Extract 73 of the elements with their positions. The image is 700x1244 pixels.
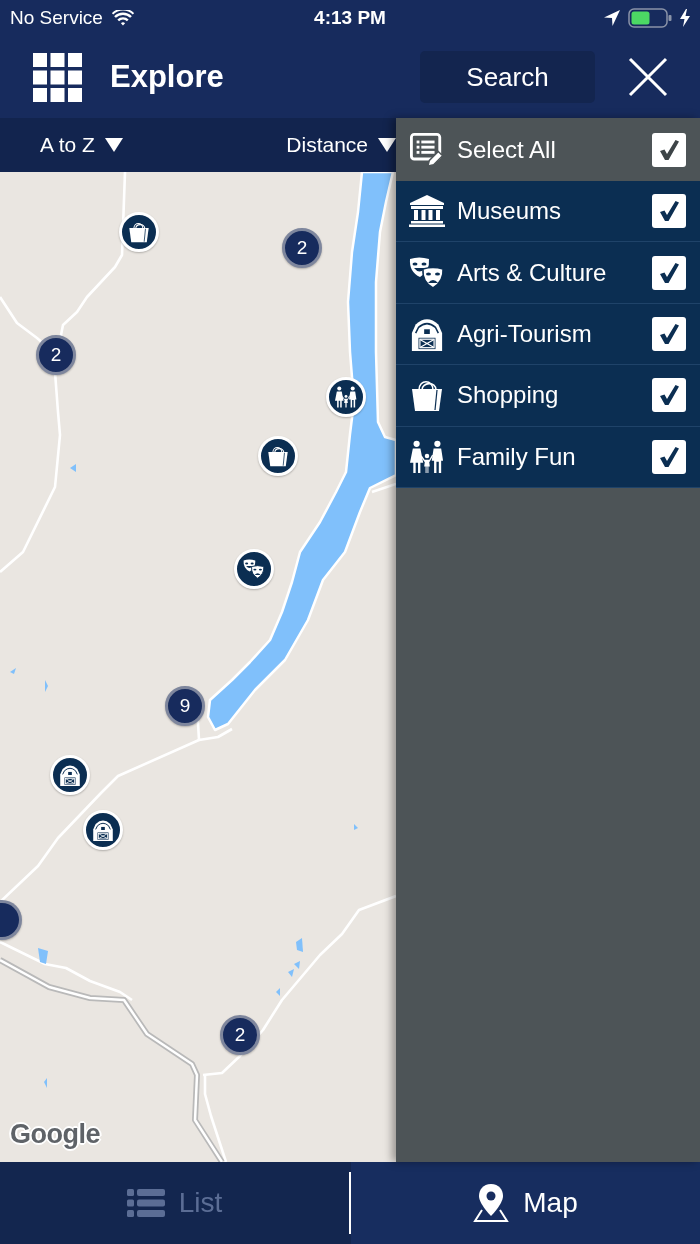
cluster-marker[interactable]: 9 [165,686,205,726]
map-attribution: Google [10,1119,100,1150]
wifi-icon [111,10,134,26]
road [371,482,396,494]
close-icon[interactable] [628,57,668,97]
map-marker[interactable] [234,549,274,589]
cluster-marker[interactable] [0,900,22,940]
list-icon [126,1189,165,1217]
pond [276,988,280,996]
checkbox[interactable] [652,255,686,290]
shopping-bag-icon [409,378,445,413]
map-marker[interactable] [258,436,298,476]
charging-bolt-icon [680,9,690,27]
check-icon [657,321,681,346]
filter-label: Arts & Culture [457,258,608,287]
battery-icon [628,8,672,28]
filter-label: Museums [457,197,563,226]
check-icon [657,444,681,469]
map-marker[interactable] [119,212,159,252]
filter-label: Agri-Tourism [457,319,593,348]
check-icon [657,199,681,224]
cluster-marker[interactable]: 2 [220,1015,260,1055]
bottom-tab[interactable]: Map [351,1162,700,1244]
grid-menu-icon[interactable] [33,52,82,102]
pond [10,668,16,674]
filter-label: Shopping [457,381,560,410]
filter-label: Family Fun [457,442,577,471]
family-icon [409,439,445,474]
map-marker[interactable] [83,810,123,850]
cluster-marker[interactable]: 2 [282,228,322,268]
pond [296,938,303,952]
checkbox[interactable] [652,194,686,229]
checkbox[interactable] [652,132,686,167]
caret-down-icon [104,138,123,152]
pond [44,1078,47,1088]
check-icon [657,260,681,285]
shopping-bag-icon [128,221,150,243]
carrier-label: No Service [10,7,103,29]
map-marker[interactable] [50,755,90,795]
filter-row[interactable]: Arts & Culture [396,242,700,304]
filter-row[interactable]: Museums [396,181,700,243]
checkbox[interactable] [652,378,686,413]
sort-button[interactable]: Distance [286,133,396,157]
location-arrow-icon [604,10,620,26]
theater-masks-icon [409,255,445,290]
shopping-bag-icon [267,445,289,467]
filter-row[interactable]: Agri-Tourism [396,303,700,366]
checkbox[interactable] [652,316,686,351]
barn-icon [92,819,114,841]
search-button[interactable]: Search [420,51,595,103]
map-marker[interactable] [326,377,366,417]
filter-row[interactable]: Shopping [396,365,700,427]
status-time: 4:13 PM [314,7,386,29]
pond [70,464,76,472]
sort-button[interactable]: A to Z [40,133,123,157]
checkbox[interactable] [652,439,686,474]
list-edit-icon [409,132,445,167]
family-icon [335,386,357,408]
check-icon [657,383,681,408]
map-pin-icon [473,1184,510,1222]
pond [354,824,358,830]
theater-masks-icon [243,558,265,580]
filter-label: Select All [457,135,557,164]
cluster-marker[interactable]: 2 [36,335,76,375]
check-icon [657,137,681,162]
barn-icon [59,764,81,786]
pond [45,680,48,692]
pond [38,948,48,964]
filter-row[interactable]: Family Fun [396,426,700,488]
museum-icon [409,194,445,229]
barn-icon [409,316,445,351]
caret-down-icon [378,138,396,152]
page-title: Explore [110,59,224,95]
